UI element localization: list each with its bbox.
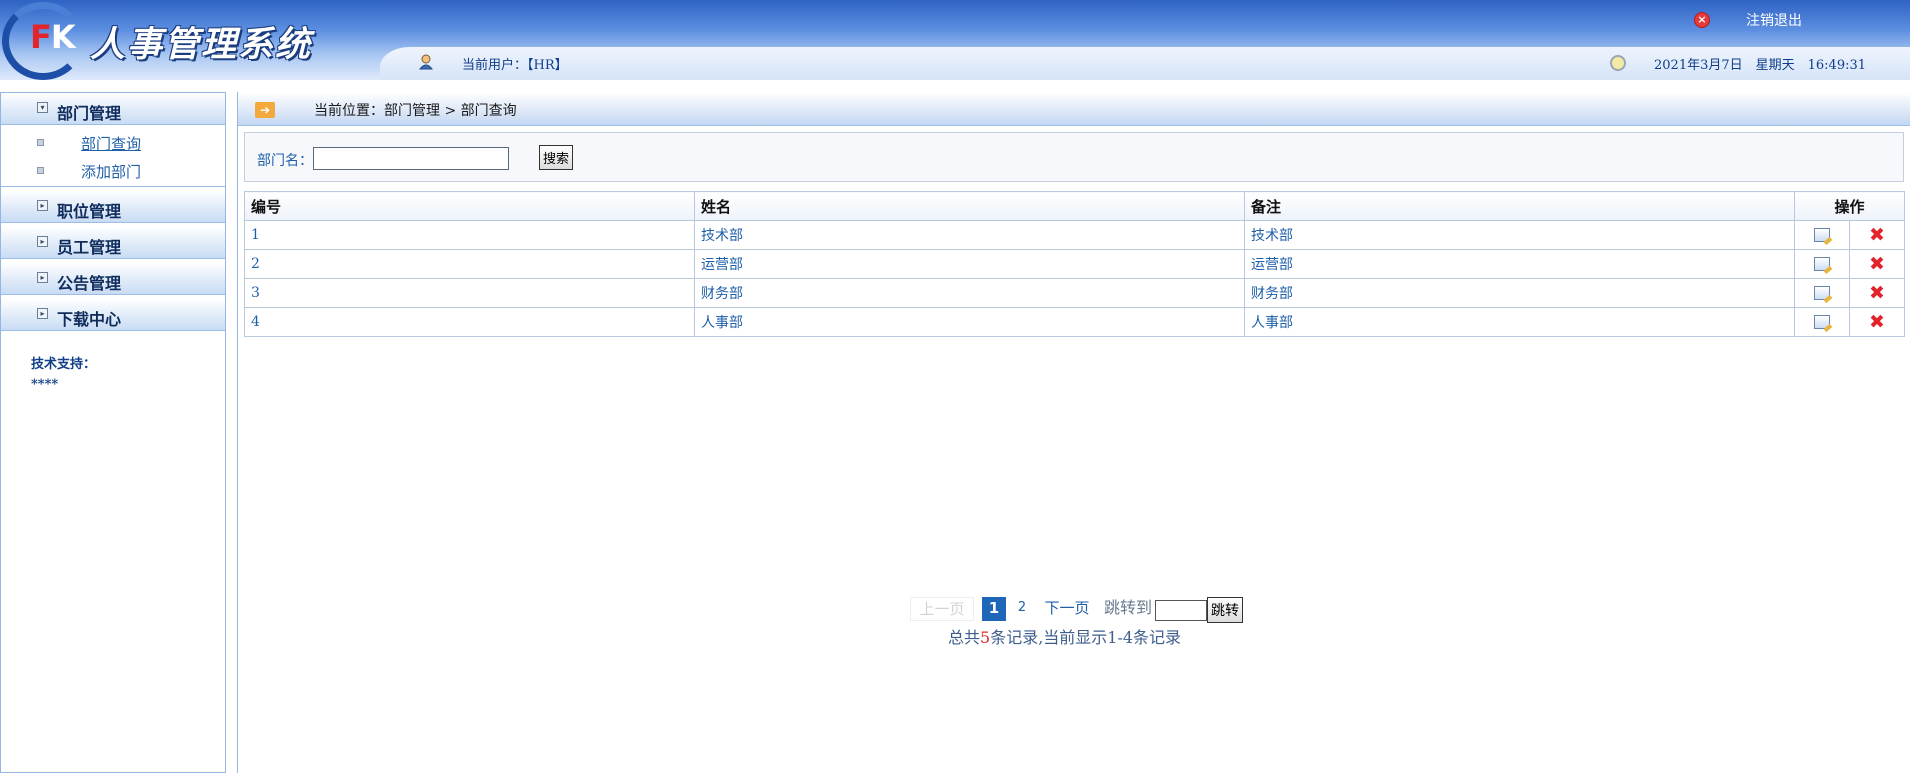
- submenu-item-department-query[interactable]: 部门查询: [37, 133, 217, 153]
- sidebar-menu-employee[interactable]: ▸ 员工管理: [1, 227, 225, 259]
- cell-remark: 运营部: [1244, 249, 1795, 279]
- breadcrumb-label: 当前位置：部门管理 > 部门查询: [314, 103, 517, 119]
- record-summary: 总共5条记录,当前显示1-4条记录: [948, 628, 1182, 647]
- cell-edit: [1794, 278, 1850, 308]
- table-row: 1 技术部 技术部 ✖: [244, 220, 1906, 250]
- sidebar-menu-label: 职位管理: [57, 202, 122, 221]
- department-name-input[interactable]: [313, 147, 509, 170]
- table-row: 2 运营部 运营部 ✖: [244, 249, 1906, 279]
- sidebar-menu-label: 公告管理: [57, 274, 122, 293]
- edit-icon[interactable]: [1814, 228, 1830, 242]
- tech-support-label: 技术支持：: [31, 357, 97, 372]
- cell-id: 3: [244, 278, 695, 308]
- tech-support-value: ****: [31, 377, 59, 392]
- current-user-label: 当前用户：【HR】: [462, 58, 568, 73]
- collapse-toggle-icon[interactable]: ▾: [37, 102, 48, 113]
- sidebar-menu-label: 下载中心: [57, 310, 122, 329]
- table-row: 3 财务部 财务部 ✖: [244, 278, 1906, 308]
- column-header-actions: 操作: [1793, 191, 1906, 221]
- delete-icon[interactable]: ✖: [1868, 313, 1886, 332]
- edit-icon[interactable]: [1814, 257, 1830, 271]
- edit-icon[interactable]: [1814, 315, 1830, 329]
- page-1-button[interactable]: 1: [982, 597, 1006, 621]
- expand-toggle-icon[interactable]: ▸: [37, 308, 48, 319]
- logout-button[interactable]: 注销退出: [1746, 10, 1802, 30]
- current-datetime: 2021年3月7日 星期天 16:49:31: [1654, 58, 1867, 73]
- app-title: 人事管理系统: [90, 25, 313, 65]
- square-bullet-icon: [37, 139, 44, 146]
- cell-id: 4: [244, 307, 695, 337]
- table-row: 4 人事部 人事部 ✖: [244, 307, 1906, 337]
- expand-toggle-icon[interactable]: ▸: [37, 236, 48, 247]
- delete-icon[interactable]: ✖: [1868, 284, 1886, 303]
- edit-icon[interactable]: [1814, 286, 1830, 300]
- cell-delete: ✖: [1848, 220, 1906, 250]
- cell-name: 技术部: [694, 220, 1245, 250]
- cell-delete: ✖: [1848, 249, 1906, 279]
- sidebar: ▾ 部门管理 部门查询 添加部门 ▸ 职位管理 ▸ 员工管理 ▸ 公告管理 ▸ …: [0, 92, 226, 773]
- sidebar-menu-position[interactable]: ▸ 职位管理: [1, 191, 225, 223]
- submenu-item-label[interactable]: 添加部门: [81, 161, 141, 182]
- delete-icon[interactable]: ✖: [1868, 255, 1886, 274]
- delete-icon[interactable]: ✖: [1868, 226, 1886, 245]
- cell-id: 1: [244, 220, 695, 250]
- close-circle-icon[interactable]: ×: [1694, 12, 1710, 28]
- sidebar-menu-download[interactable]: ▸ 下载中心: [1, 299, 225, 331]
- sidebar-menu-notice[interactable]: ▸ 公告管理: [1, 263, 225, 295]
- prev-page-button: 上一页: [910, 597, 974, 621]
- column-header-name: 姓名: [694, 191, 1245, 221]
- expand-toggle-icon[interactable]: ▸: [37, 200, 48, 211]
- cell-edit: [1794, 249, 1850, 279]
- table-header-row: 编号 姓名 备注 操作: [244, 191, 1906, 221]
- cell-edit: [1794, 307, 1850, 337]
- submenu-item-label[interactable]: 部门查询: [81, 133, 141, 154]
- pagination: 上一页 1 2 下一页 跳转到 跳转: [910, 597, 1310, 623]
- arrow-right-icon: ➔: [255, 102, 275, 118]
- total-count: 5: [980, 628, 991, 647]
- cell-name: 人事部: [694, 307, 1245, 337]
- cell-delete: ✖: [1848, 307, 1906, 337]
- clock-icon: [1610, 55, 1626, 71]
- cell-name: 运营部: [694, 249, 1245, 279]
- search-label: 部门名：: [257, 153, 313, 169]
- sidebar-menu-label: 部门管理: [57, 104, 122, 123]
- column-header-remark: 备注: [1244, 191, 1795, 221]
- app-header: FK 人事管理系统 当前用户：【HR】 × 注销退出 2021年3月7日 星期天…: [0, 0, 1910, 80]
- jump-to-label: 跳转到: [1103, 598, 1152, 617]
- expand-toggle-icon[interactable]: ▸: [37, 272, 48, 283]
- user-icon: [418, 54, 434, 70]
- jump-page-input[interactable]: [1155, 600, 1207, 621]
- logo-mark: FK: [30, 18, 76, 56]
- search-button[interactable]: 搜索: [539, 145, 573, 170]
- tech-support: 技术支持： ****: [31, 355, 96, 395]
- department-table: 编号 姓名 备注 操作 1 技术部 技术部 ✖ 2 运营部 运营部 ✖ 3 财务…: [244, 191, 1906, 337]
- cell-name: 财务部: [694, 278, 1245, 308]
- square-bullet-icon: [37, 167, 44, 174]
- cell-id: 2: [244, 249, 695, 279]
- search-panel: 部门名： 搜索: [244, 132, 1904, 182]
- submenu-item-add-department[interactable]: 添加部门: [37, 161, 217, 181]
- sidebar-menu-label: 员工管理: [57, 238, 122, 257]
- main-content: ➔ 当前位置：部门管理 > 部门查询 部门名： 搜索 编号 姓名 备注 操作 1…: [237, 92, 1910, 773]
- breadcrumb: ➔ 当前位置：部门管理 > 部门查询: [238, 92, 1910, 126]
- cell-remark: 人事部: [1244, 307, 1795, 337]
- submenu-department: 部门查询 添加部门: [1, 125, 225, 187]
- next-page-button[interactable]: 下一页: [1040, 597, 1094, 621]
- cell-edit: [1794, 220, 1850, 250]
- cell-remark: 财务部: [1244, 278, 1795, 308]
- jump-button[interactable]: 跳转: [1207, 597, 1243, 623]
- sidebar-menu-department[interactable]: ▾ 部门管理: [1, 93, 225, 125]
- column-header-id: 编号: [244, 191, 695, 221]
- cell-remark: 技术部: [1244, 220, 1795, 250]
- cell-delete: ✖: [1848, 278, 1906, 308]
- page-2-button[interactable]: 2: [1010, 597, 1034, 621]
